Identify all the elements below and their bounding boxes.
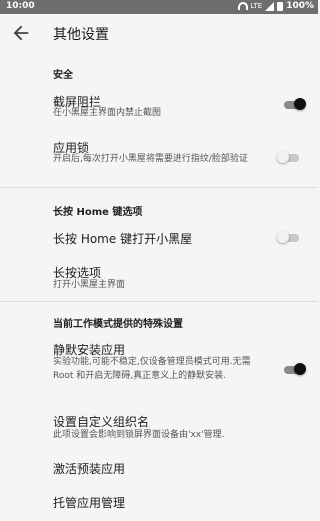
setting-title: 激活预装应用 bbox=[53, 462, 126, 476]
setting-subtitle: 在小黑屋主界面内禁止截图 bbox=[53, 108, 162, 118]
toggle-thumb bbox=[277, 231, 289, 243]
section-divider bbox=[0, 301, 318, 302]
setting-subtitle: 打开小黑屋主界面 bbox=[53, 280, 126, 290]
setting-subtitle: 此项设置会影响到锁屏界面设备由'xx'管理. bbox=[53, 430, 225, 440]
back-arrow-icon[interactable] bbox=[10, 22, 32, 44]
network-type: LTE bbox=[250, 2, 263, 10]
wifi-icon bbox=[237, 2, 248, 10]
setting-title: 托管应用管理 bbox=[53, 496, 126, 510]
setting-subtitle: 实验功能,可能不稳定,仅设备管理员模式可用.无需 Root 和开启无障碍,真正意… bbox=[53, 357, 251, 381]
section-header-long-press: 长按 Home 键选项 bbox=[53, 207, 143, 218]
section-header-special: 当前工作模式提供的特殊设置 bbox=[53, 319, 183, 330]
app-bar: 其他设置 bbox=[0, 14, 318, 52]
toggle-thumb bbox=[277, 151, 289, 163]
status-bar: 10:00 LTE 100% bbox=[0, 0, 318, 14]
screenshot-block-toggle[interactable] bbox=[282, 98, 306, 110]
toggle-thumb bbox=[294, 98, 306, 110]
app-lock-toggle[interactable] bbox=[277, 151, 299, 163]
section-header-security: 安全 bbox=[53, 70, 73, 81]
status-icons: LTE 100% bbox=[237, 1, 314, 11]
status-time: 10:00 bbox=[6, 1, 35, 11]
toggle-thumb bbox=[294, 363, 306, 375]
setting-subtitle: 开启后,每次打开小黑屋将需要进行指纹/脸部验证 bbox=[53, 154, 248, 164]
silent-install-toggle[interactable] bbox=[282, 363, 306, 375]
setting-title: 长按 Home 键打开小黑屋 bbox=[53, 232, 193, 246]
long-press-home-toggle[interactable] bbox=[277, 231, 299, 243]
battery-icon bbox=[277, 1, 284, 11]
signal-icon bbox=[265, 1, 275, 11]
page-title: 其他设置 bbox=[53, 27, 109, 43]
section-divider bbox=[0, 187, 318, 188]
battery-level: 100% bbox=[286, 1, 314, 11]
